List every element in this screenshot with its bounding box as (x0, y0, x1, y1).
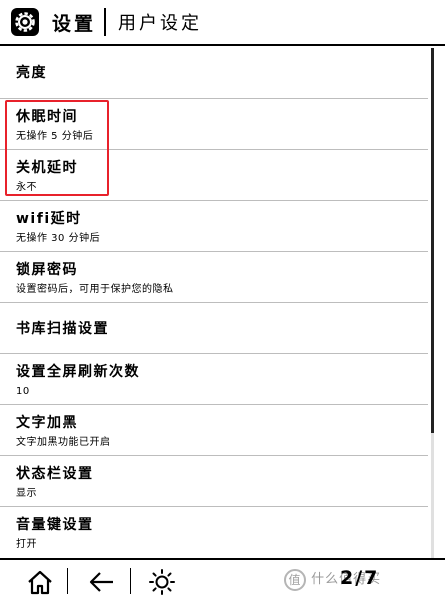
setting-title: 文字加黑 (16, 415, 78, 431)
watermark-mark: 值 (284, 568, 306, 591)
brightness-icon[interactable] (148, 568, 176, 596)
home-icon[interactable] (26, 568, 54, 596)
setting-title: wifi延时 (16, 211, 82, 227)
header-divider (104, 8, 107, 36)
setting-title: 状态栏设置 (16, 466, 94, 482)
header-bar: 设置 用户设定 (0, 0, 445, 46)
setting-lock-password[interactable]: 锁屏密码 设置密码后，可用于保护您的隐私 (0, 252, 428, 303)
setting-value: 打开 (16, 539, 37, 550)
setting-wifi-delay[interactable]: wifi延时 无操作 30 分钟后 (0, 201, 428, 252)
page-title: 设置 (52, 12, 97, 35)
setting-title: 锁屏密码 (16, 262, 78, 278)
setting-value: 无操作 30 分钟后 (16, 233, 101, 244)
setting-text-bold[interactable]: 文字加黑 文字加黑功能已开启 (0, 405, 428, 456)
setting-value: 文字加黑功能已开启 (16, 437, 111, 448)
setting-title: 设置全屏刷新次数 (16, 364, 140, 380)
setting-library-scan[interactable]: 书库扫描设置 (0, 303, 428, 354)
bottom-nav-bar: 值 什么值得买 2/7 (0, 558, 445, 601)
page-subtitle: 用户设定 (118, 13, 203, 34)
setting-full-refresh[interactable]: 设置全屏刷新次数 10 (0, 354, 428, 405)
back-icon[interactable] (88, 568, 116, 596)
setting-value: 10 (16, 386, 30, 397)
setting-volume-keys[interactable]: 音量键设置 打开 (0, 507, 428, 558)
setting-title: 亮度 (16, 65, 47, 81)
setting-value: 设置密码后，可用于保护您的隐私 (16, 284, 174, 295)
page-indicator: 2/7 (340, 567, 380, 589)
nav-divider (67, 568, 68, 594)
gear-icon[interactable] (10, 7, 40, 37)
highlight-box (5, 100, 109, 196)
nav-divider (130, 568, 131, 594)
setting-title: 书库扫描设置 (16, 321, 109, 337)
setting-status-bar[interactable]: 状态栏设置 显示 (0, 456, 428, 507)
setting-value: 显示 (16, 488, 37, 499)
scrollbar-thumb[interactable] (431, 48, 434, 433)
setting-brightness[interactable]: 亮度 (0, 48, 428, 99)
setting-title: 音量键设置 (16, 517, 94, 533)
